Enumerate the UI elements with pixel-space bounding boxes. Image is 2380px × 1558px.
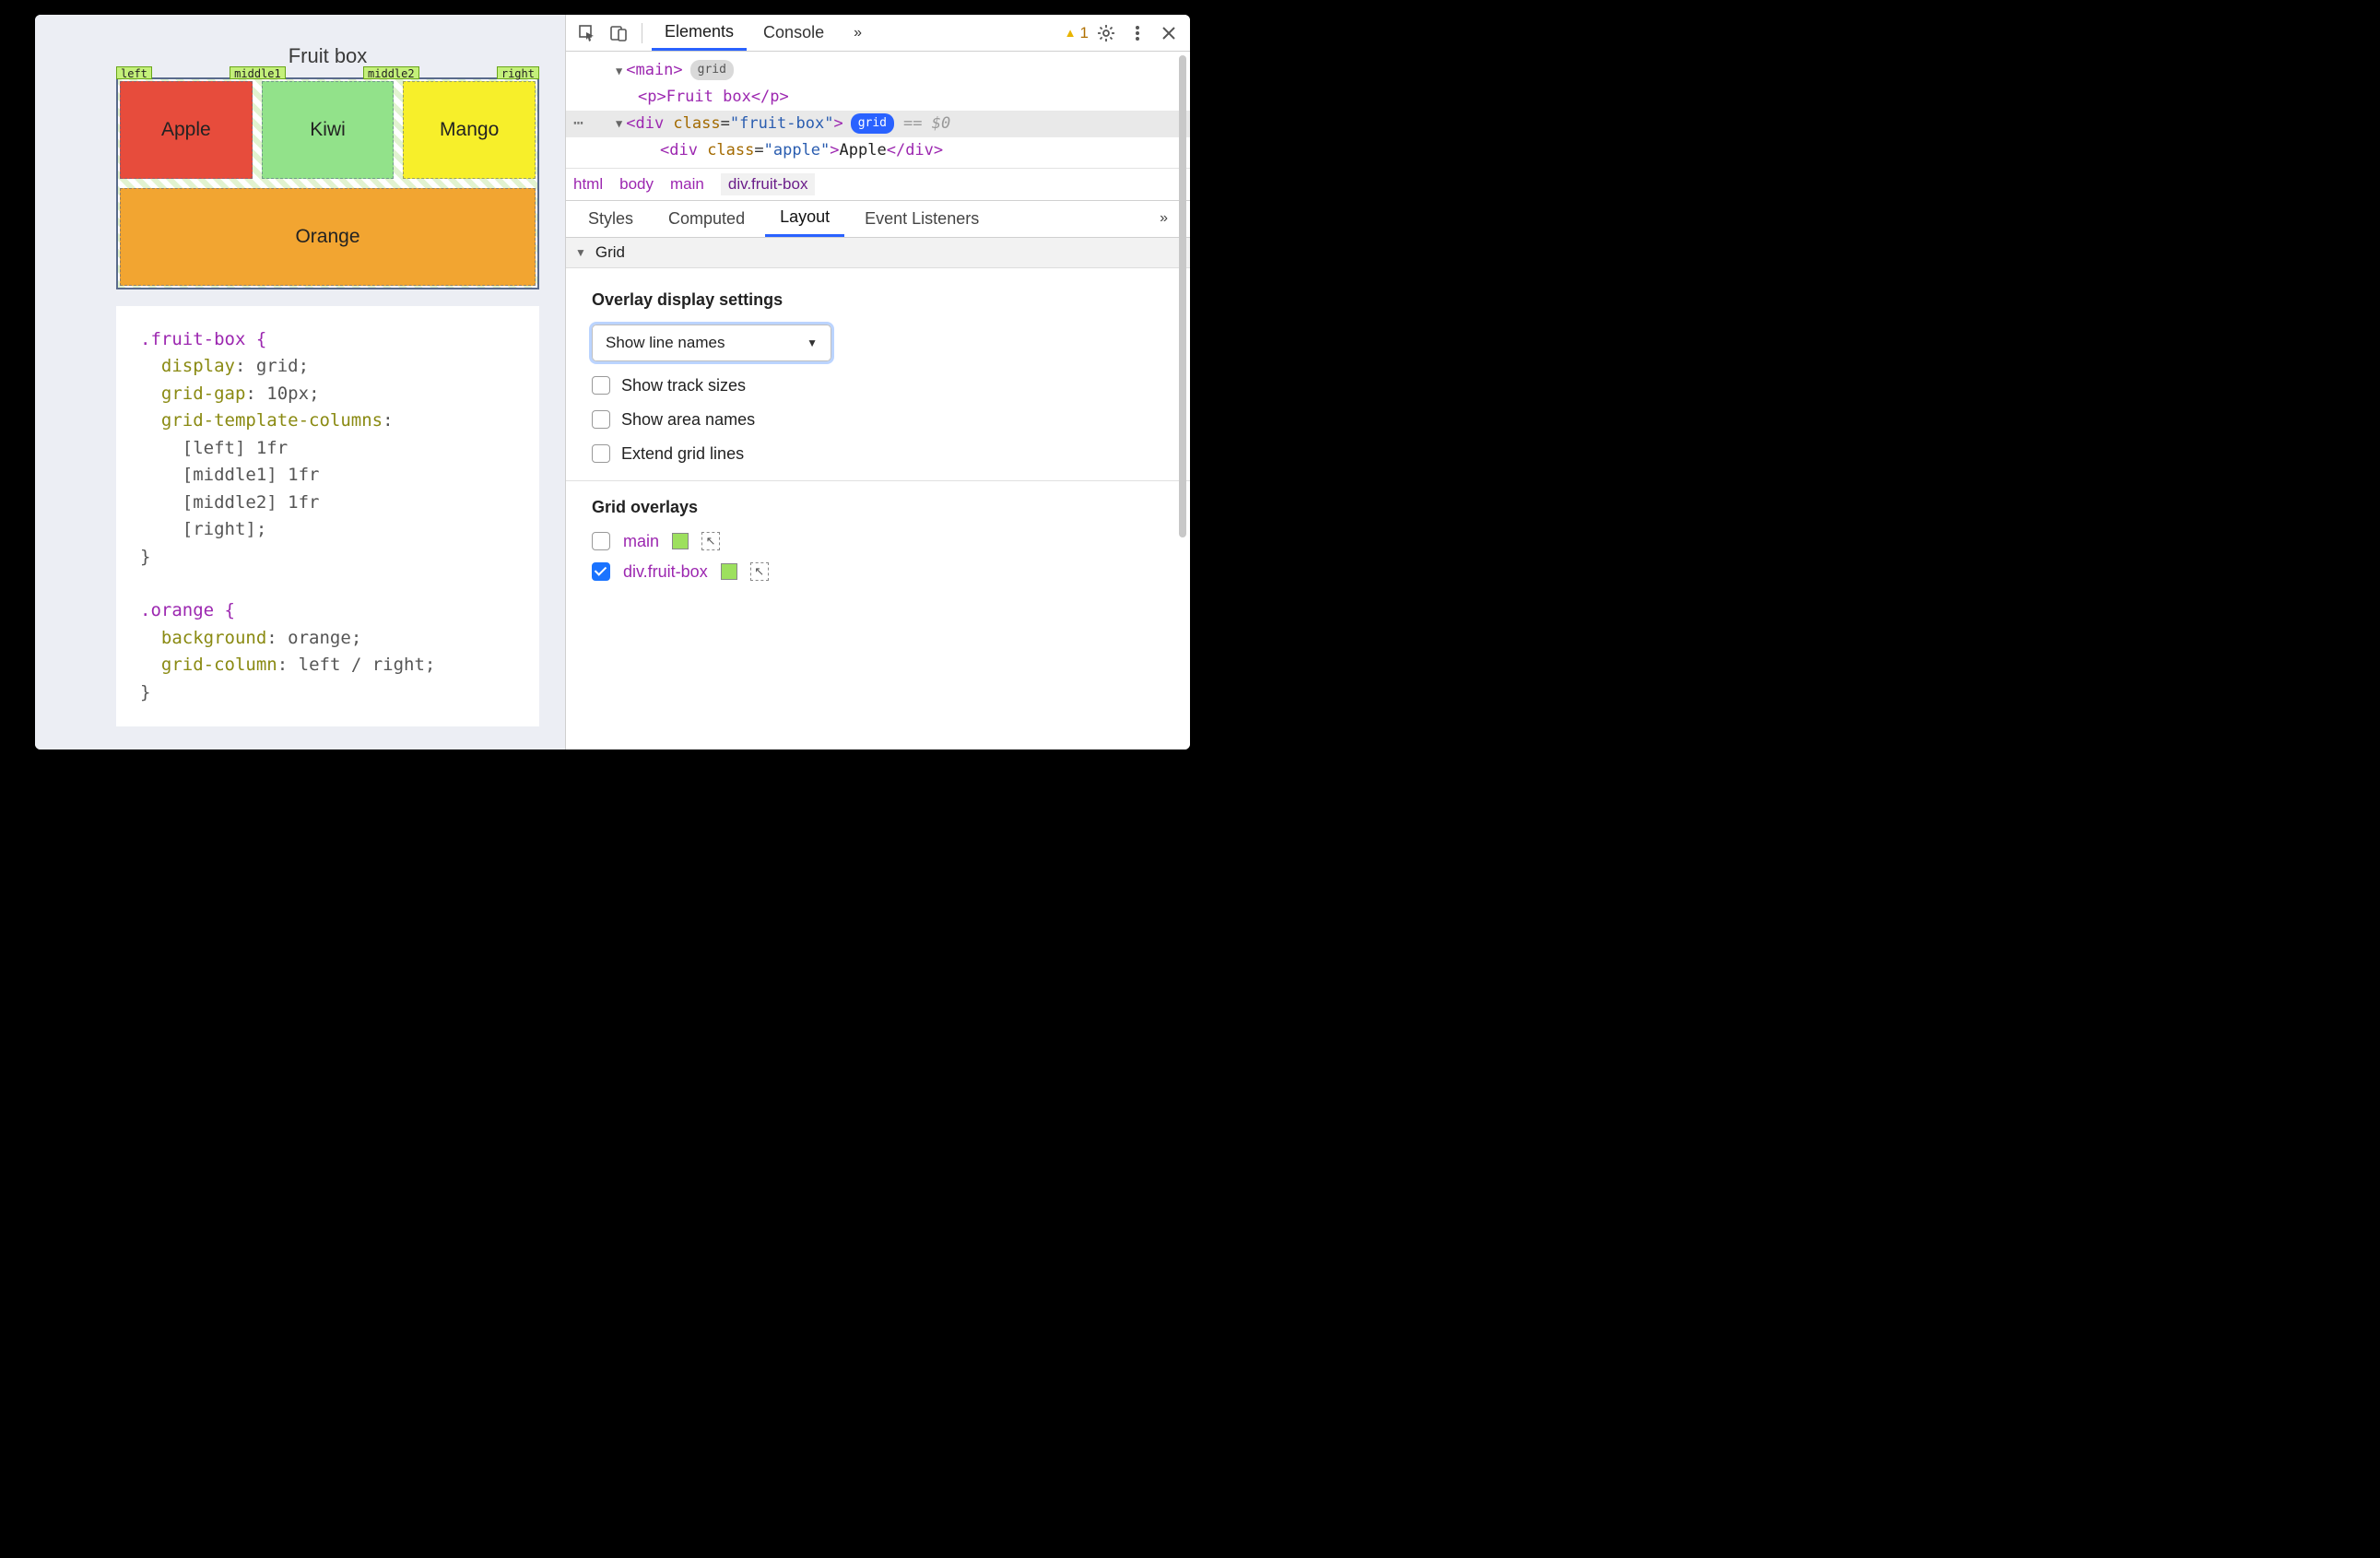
dom-node-main[interactable]: ▼<main>grid [616,57,1190,84]
kebab-icon[interactable] [1124,19,1151,47]
checkbox[interactable] [592,562,610,581]
grid-badge[interactable]: grid [690,60,734,80]
grid-overlays-heading: Grid overlays [592,498,1164,517]
eq0-label: == $0 [903,111,950,137]
crumb-body[interactable]: body [619,175,654,194]
overlay-settings-heading: Overlay display settings [592,290,1164,310]
grid-badge-active[interactable]: grid [851,113,894,134]
dom-node-p[interactable]: <p>Fruit box</p> [616,84,1190,111]
css-val: [middle2] 1fr [183,492,320,513]
option-track-sizes[interactable]: Show track sizes [592,376,1164,395]
option-label: Show area names [621,410,755,430]
css-selector: .fruit-box { [140,329,266,349]
ellipsis-icon[interactable]: ⋯ [573,110,585,138]
css-val: left / right [299,655,425,675]
css-prop: display [161,356,235,376]
devtools-toolbar: Elements Console » 1 [566,15,1190,52]
overlay-fruitbox[interactable]: div.fruit-box [592,562,1164,582]
color-swatch[interactable] [672,533,689,549]
option-extend-lines[interactable]: Extend grid lines [592,444,1164,464]
checkbox[interactable] [592,410,610,429]
chevron-down-icon: ▼ [807,336,818,349]
css-val: 10px [266,384,309,404]
scrollbar[interactable] [1177,55,1188,744]
css-val: [middle1] 1fr [183,465,320,485]
cell-mango[interactable]: Mango [403,81,536,179]
option-area-names[interactable]: Show area names [592,410,1164,430]
reveal-icon[interactable] [701,532,720,550]
breadcrumb: html body main div.fruit-box [566,168,1190,201]
tab-events[interactable]: Event Listeners [850,201,994,237]
option-label: Extend grid lines [621,444,744,464]
page-viewport: Fruit box left middle1 middle2 right App… [35,15,565,749]
device-toggle-icon[interactable] [605,19,632,47]
css-selector: .orange { [140,600,235,620]
devtools-panel: Elements Console » 1 ▼<main>grid <p>Frui… [565,15,1190,749]
overlay-name[interactable]: main [623,532,659,551]
gear-icon[interactable] [1092,19,1120,47]
css-source: .fruit-box { display: grid; grid-gap: 10… [116,306,539,726]
fruit-box-grid[interactable]: Apple Kiwi Mango Orange [116,77,539,289]
option-label: Show track sizes [621,376,746,395]
tab-elements[interactable]: Elements [652,15,747,51]
tab-computed[interactable]: Computed [654,201,760,237]
overlay-main[interactable]: main [592,532,1164,551]
css-val: [right] [183,519,256,539]
cell-apple[interactable]: Apple [120,81,253,179]
css-val: grid [256,356,299,376]
cell-kiwi[interactable]: Kiwi [262,81,395,179]
checkbox[interactable] [592,532,610,550]
dom-tree[interactable]: ▼<main>grid <p>Fruit box</p> ⋯ ▼<div cla… [566,52,1190,168]
close-icon[interactable] [1155,19,1183,47]
dom-node-apple[interactable]: <div class="apple">Apple</div> [616,137,1190,164]
divider [566,480,1190,481]
color-swatch[interactable] [721,563,737,580]
tab-console[interactable]: Console [750,15,837,51]
grid-wrapper: left middle1 middle2 right Apple Kiwi Ma… [116,77,539,289]
css-val: [left] 1fr [183,438,288,458]
layout-pane: Overlay display settings Show line names… [566,268,1190,609]
line-names-select[interactable]: Show line names ▼ [592,325,831,361]
css-prop: grid-column [161,655,277,675]
overlay-name[interactable]: div.fruit-box [623,562,708,582]
inspect-icon[interactable] [573,19,601,47]
css-prop: background [161,628,266,648]
crumb-fruitbox[interactable]: div.fruit-box [721,173,816,195]
pane-tabs: Styles Computed Layout Event Listeners » [566,201,1190,238]
section-grid-label: Grid [595,243,625,262]
scrollbar-thumb[interactable] [1179,55,1186,537]
css-prop: grid-gap [161,384,246,404]
select-value: Show line names [606,334,725,352]
crumb-html[interactable]: html [573,175,603,194]
devtools-window: Fruit box left middle1 middle2 right App… [35,15,1190,749]
tab-layout[interactable]: Layout [765,201,844,237]
checkbox[interactable] [592,444,610,463]
css-prop: grid-template-columns [161,410,383,431]
tab-styles[interactable]: Styles [573,201,648,237]
cell-orange[interactable]: Orange [120,188,536,286]
dom-node-fruitbox[interactable]: ⋯ ▼<div class="fruit-box">grid== $0 [566,111,1190,137]
crumb-main[interactable]: main [670,175,704,194]
reveal-icon[interactable] [750,562,769,581]
css-val: orange [288,628,351,648]
warning-count[interactable]: 1 [1065,24,1089,42]
tab-more[interactable]: » [841,15,875,51]
checkbox[interactable] [592,376,610,395]
section-grid[interactable]: ▼Grid [566,238,1190,268]
page-title: Fruit box [116,44,539,68]
